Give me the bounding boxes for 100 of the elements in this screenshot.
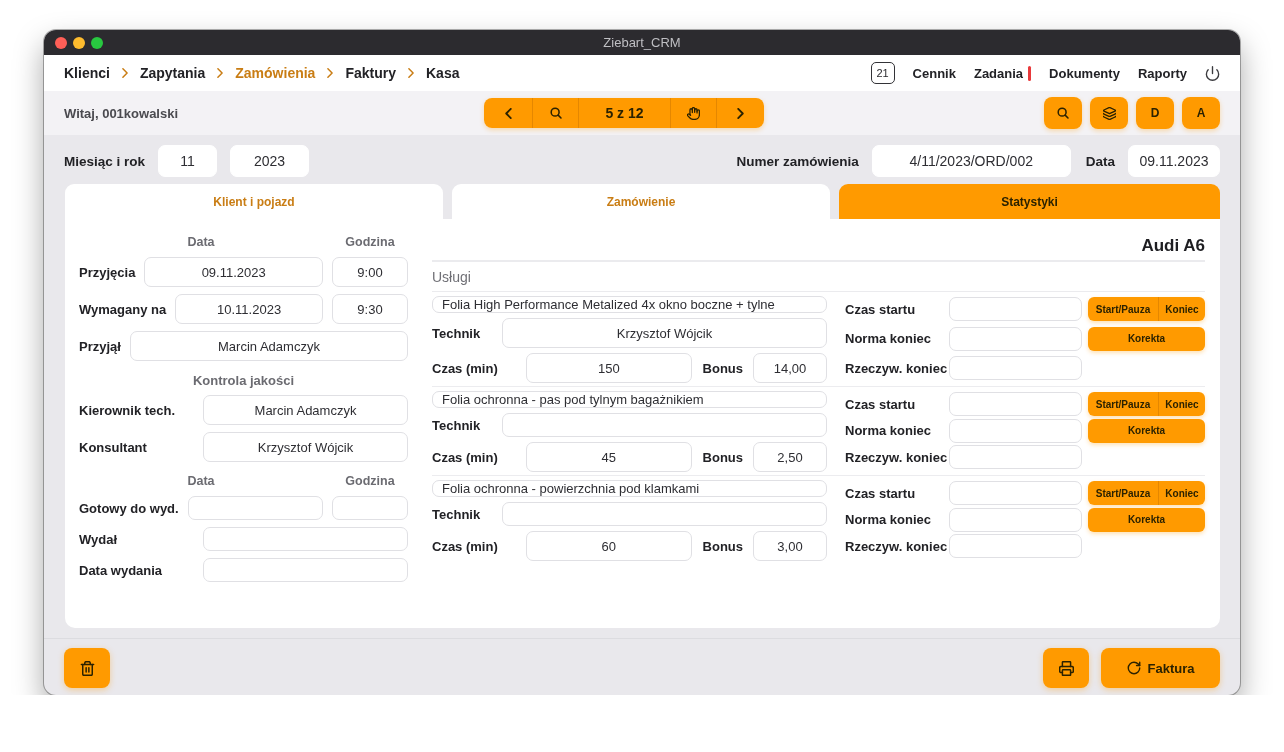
text-field[interactable]: 45 [526,442,692,472]
time-field[interactable] [949,534,1082,558]
time-field[interactable] [949,445,1082,469]
text-field[interactable]: Krzysztof Wójcik [502,318,827,348]
text-field[interactable]: 3,00 [753,531,827,561]
text-field[interactable]: 150 [526,353,692,383]
day-badge[interactable]: 21 [870,62,895,84]
text-field[interactable] [502,413,827,437]
column-header: Godzina [345,474,395,488]
next-button[interactable] [716,98,764,128]
start-pause-button[interactable]: Start/Pauza [1088,481,1158,505]
text-field[interactable]: 60 [526,531,692,561]
text-field[interactable]: Krzysztof Wójcik [203,432,408,462]
breadcrumb-item[interactable]: Zapytania [139,65,206,81]
print-button[interactable] [1043,648,1089,688]
field-label: Data wydania [79,562,163,578]
date-field[interactable]: 10.11.2023 [175,294,323,324]
service-name-field[interactable]: Folia ochronna - powierzchnia pod klamkami [432,480,827,497]
order-number-field[interactable]: 4/11/2023/ORD/002 [871,145,1071,177]
chevron-right-icon [327,68,334,78]
trash-icon [79,660,95,676]
time-field[interactable]: 9:30 [332,294,408,324]
time-field[interactable] [332,496,408,520]
layers-icon [1102,106,1116,120]
column-header: Data [187,235,215,249]
service-name-field[interactable]: Folia High Performance Metalized 4x okno boczne + tylne [432,296,827,313]
close-icon[interactable] [55,36,67,49]
field-label: Gotowy do wyd. [79,500,179,516]
nav-link[interactable]: Cennik [912,65,956,81]
time-field[interactable]: 9:00 [332,257,408,287]
time-field[interactable] [949,418,1082,443]
start-pause-button[interactable]: Start/Pauza [1088,297,1158,321]
text-field[interactable]: 2,50 [753,442,827,472]
month-field[interactable]: 11 [158,145,218,177]
search-button[interactable] [1044,97,1082,129]
correction-button[interactable]: Korekta [1088,507,1205,532]
service-name-field[interactable]: Folia ochronna - pas pod tylnym bagażnikiem [432,391,827,408]
end-button[interactable]: Koniec [1158,392,1205,416]
field-label: Rzeczyw. koniec [845,538,948,554]
field-label: Czas startu [845,485,916,501]
breadcrumb-item[interactable]: Kasa [426,65,460,81]
maximize-icon[interactable] [91,36,103,49]
field-label: Miesiąc i rok [64,153,146,169]
start-pause-button[interactable]: Start/Pauza [1088,392,1158,416]
time-field[interactable] [949,481,1082,505]
window-title: Ziebart_CRM [603,35,681,50]
correction-button[interactable]: Korekta [1088,418,1205,443]
search-icon [1057,107,1069,119]
minimize-icon[interactable] [73,36,85,49]
field-label: Kierownik tech. [79,402,176,418]
letter-button[interactable]: D [1136,97,1174,129]
time-field[interactable] [949,326,1082,351]
power-icon[interactable] [1205,65,1220,81]
vehicle-title: Audi A6 [1141,235,1205,257]
field-label: Norma koniec [845,423,931,438]
search-button[interactable] [532,98,578,128]
field-label: Bonus [702,449,743,465]
date-field[interactable]: 09.11.2023 [144,257,323,287]
layers-button[interactable] [1090,97,1128,129]
time-field[interactable] [949,507,1082,532]
date-field[interactable] [187,496,323,520]
breadcrumb-item[interactable]: Klienci [64,65,110,81]
time-field[interactable] [949,297,1082,321]
field-label: Czas startu [845,396,916,412]
field-label: Przyjął [79,338,121,354]
page-indicator: 5 z 12 [578,98,670,128]
field-label: Czas startu [845,301,916,317]
field-label: Bonus [702,360,743,376]
refresh-icon [1126,661,1141,675]
text-field[interactable] [203,527,408,551]
text-field[interactable] [203,558,408,582]
column-header: Data [187,474,215,488]
time-field[interactable] [949,356,1082,380]
text-field[interactable]: 14,00 [753,353,827,383]
nav-link[interactable]: Raporty [1137,65,1187,81]
chevron-right-icon [217,68,224,78]
previous-button[interactable] [484,98,532,128]
text-field[interactable]: Marcin Adamczyk [129,331,408,361]
chevron-right-icon [121,68,128,78]
hand-button[interactable] [670,98,716,128]
chevron-right-icon [737,107,744,119]
letter-button[interactable]: A [1182,97,1220,129]
year-field[interactable]: 2023 [230,145,310,177]
end-button[interactable]: Koniec [1158,481,1205,505]
time-field[interactable] [949,392,1082,416]
field-label: Konsultant [79,439,147,455]
nav-link[interactable]: Dokumenty [1049,65,1120,81]
breadcrumb-item[interactable]: Faktury [345,65,396,81]
tab[interactable]: Statystyki [839,184,1220,219]
delete-button[interactable] [64,648,110,688]
correction-button[interactable]: Korekta [1088,326,1205,351]
text-field[interactable]: Marcin Adamczyk [203,395,408,425]
end-button[interactable]: Koniec [1158,297,1205,321]
text-field[interactable] [502,502,827,526]
nav-link[interactable]: Zadania [973,65,1024,81]
date-field[interactable]: 09.11.2023 [1128,145,1220,177]
section-title: Kontrola jakości [192,372,295,388]
field-label: Norma koniec [845,512,931,527]
field-label: Norma koniec [845,331,931,346]
invoice-button[interactable]: Faktura [1101,648,1220,688]
